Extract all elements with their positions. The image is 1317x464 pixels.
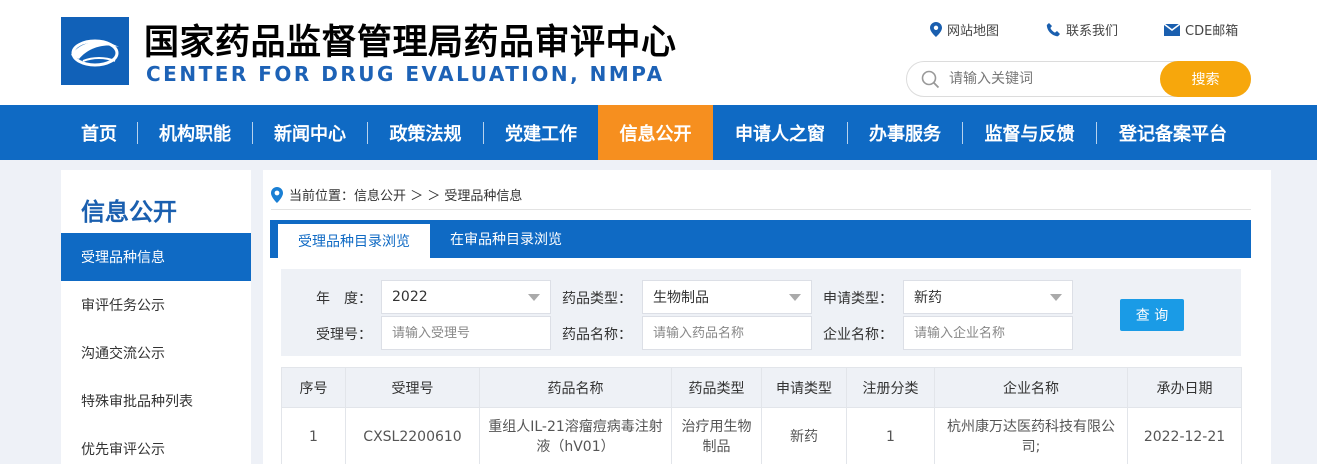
search-button[interactable]: 搜索: [1160, 61, 1251, 97]
cell-drug-name[interactable]: 重组人IL-21溶瘤痘病毒注射液（hV01）: [479, 407, 672, 464]
drug-type-select[interactable]: 生物制品: [642, 280, 812, 314]
accept-no-label: 受理号：: [316, 327, 372, 343]
cell-accept-no[interactable]: CXSL2200610: [345, 407, 480, 464]
chevron-down-icon: [789, 294, 801, 301]
query-button[interactable]: 查 询: [1120, 299, 1184, 331]
nav-item-feedback[interactable]: 监督与反馈: [963, 105, 1096, 160]
site-search: 搜索: [906, 61, 1251, 97]
company-label: 企业名称：: [823, 327, 893, 343]
apply-type-select[interactable]: 新药: [903, 280, 1073, 314]
year-value: 2022: [392, 289, 428, 305]
apply-type-value: 新药: [914, 290, 942, 306]
nav-item-applicant[interactable]: 申请人之窗: [713, 105, 847, 160]
email-label: CDE邮箱: [1185, 24, 1239, 39]
cell-apply-type: 新药: [761, 407, 847, 464]
drug-type-label: 药品类型：: [562, 291, 632, 307]
year-select[interactable]: 2022: [381, 280, 551, 314]
cell-index: 1: [281, 407, 346, 464]
nav-item-info-disclosure[interactable]: 信息公开: [598, 105, 713, 160]
tab-bar: 受理品种目录浏览 在审品种目录浏览: [270, 220, 1251, 258]
table-header-row: 序号 受理号 药品名称 药品类型 申请类型 注册分类 企业名称 承办日期: [281, 367, 1242, 408]
drug-type-value: 生物制品: [653, 290, 709, 306]
sitemap-link[interactable]: 网站地图: [930, 20, 999, 39]
column-header[interactable]: 药品类型: [671, 367, 762, 408]
location-pin-icon: [271, 186, 283, 203]
sidebar-title: 信息公开: [81, 198, 177, 226]
nav-item-functions[interactable]: 机构职能: [138, 105, 252, 160]
tab-under-review-catalog[interactable]: 在审品种目录浏览: [430, 220, 582, 258]
sidebar-item-priority-review[interactable]: 优先审评公示: [61, 425, 251, 464]
sidebar-item-special-approval[interactable]: 特殊审批品种列表: [61, 377, 251, 425]
sitemap-label: 网站地图: [947, 24, 1000, 39]
cell-date: 2022-12-21: [1127, 407, 1242, 464]
location-pin-icon: [930, 22, 942, 37]
breadcrumb-text: 当前位置：信息公开 ＞ ＞ 受理品种信息: [289, 189, 523, 204]
chevron-down-icon: [1050, 294, 1062, 301]
column-header[interactable]: 序号: [281, 367, 346, 408]
sidebar-item-accepted-varieties[interactable]: 受理品种信息: [61, 233, 251, 281]
results-table: 序号 受理号 药品名称 药品类型 申请类型 注册分类 企业名称 承办日期 1 C…: [281, 367, 1242, 464]
nav-item-news[interactable]: 新闻中心: [253, 105, 367, 160]
sidebar-item-review-tasks[interactable]: 审评任务公示: [61, 281, 251, 329]
search-input[interactable]: [949, 68, 1159, 90]
cell-reg-class: 1: [846, 407, 935, 464]
main-nav: 首页 机构职能 新闻中心 政策法规 党建工作 信息公开 申请人之窗 办事服务 监…: [0, 105, 1317, 160]
apply-type-label: 申请类型：: [823, 291, 893, 307]
drug-name-input[interactable]: [653, 325, 803, 341]
contact-link[interactable]: 联系我们: [1046, 20, 1118, 39]
top-links: 网站地图 联系我们 CDE邮箱: [0, 20, 1317, 40]
drug-name-field[interactable]: [642, 316, 812, 350]
mail-icon: [1164, 23, 1180, 36]
email-link[interactable]: CDE邮箱: [1164, 20, 1238, 39]
nav-item-registration[interactable]: 登记备案平台: [1097, 105, 1249, 160]
sidebar-item-communication[interactable]: 沟通交流公示: [61, 329, 251, 377]
tab-accepted-catalog[interactable]: 受理品种目录浏览: [278, 224, 430, 258]
company-input[interactable]: [914, 325, 1064, 341]
site-title-en: CENTER FOR DRUG EVALUATION, NMPA: [146, 62, 665, 86]
search-icon: [921, 70, 940, 89]
breadcrumb: 当前位置：信息公开 ＞ ＞ 受理品种信息: [271, 185, 522, 204]
nav-item-services[interactable]: 办事服务: [848, 105, 962, 160]
accept-no-field[interactable]: [381, 316, 551, 350]
nav-item-home[interactable]: 首页: [61, 105, 137, 160]
column-header[interactable]: 申请类型: [761, 367, 847, 408]
table-row[interactable]: 1 CXSL2200610 重组人IL-21溶瘤痘病毒注射液（hV01） 治疗用…: [281, 407, 1242, 464]
column-header[interactable]: 承办日期: [1127, 367, 1242, 408]
column-header[interactable]: 注册分类: [846, 367, 935, 408]
nav-item-party[interactable]: 党建工作: [484, 105, 598, 160]
column-header[interactable]: 药品名称: [479, 367, 672, 408]
site-header: 国家药品监督管理局药品审评中心 CENTER FOR DRUG EVALUATI…: [0, 0, 1317, 105]
sidebar: 信息公开 受理品种信息 审评任务公示 沟通交流公示 特殊审批品种列表 优先审评公…: [61, 170, 251, 464]
company-field[interactable]: [903, 316, 1073, 350]
chevron-down-icon: [528, 294, 540, 301]
cell-drug-type: 治疗用生物制品: [671, 407, 762, 464]
year-label: 年 度：: [316, 291, 372, 307]
filter-panel: 年 度： 2022 药品类型： 生物制品 申请类型： 新药 受理号： 药品名称：…: [281, 269, 1241, 356]
accept-no-input[interactable]: [392, 325, 542, 341]
column-header[interactable]: 受理号: [345, 367, 480, 408]
main-content: 当前位置：信息公开 ＞ ＞ 受理品种信息 受理品种目录浏览 在审品种目录浏览 年…: [263, 170, 1271, 464]
column-header[interactable]: 企业名称: [934, 367, 1128, 408]
cell-company: 杭州康万达医药科技有限公司;: [934, 407, 1128, 464]
drug-name-label: 药品名称：: [562, 327, 632, 343]
nav-item-policy[interactable]: 政策法规: [368, 105, 483, 160]
breadcrumb-divider: [271, 209, 1251, 210]
contact-label: 联系我们: [1066, 24, 1119, 39]
phone-icon: [1046, 23, 1060, 37]
